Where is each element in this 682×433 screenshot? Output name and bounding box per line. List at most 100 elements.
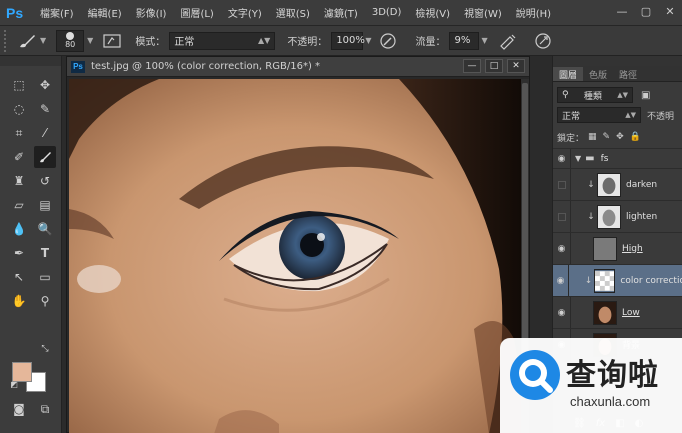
- tab-paths[interactable]: 路徑: [613, 67, 643, 81]
- eye-icon[interactable]: ◉: [553, 296, 571, 329]
- options-bar: ▼ 80 ▼ 模式： 正常 ▲▼ 不透明： 100% ▼ 流量： 9% ▼: [0, 26, 682, 56]
- hand-tool-icon[interactable]: ✋: [8, 290, 30, 312]
- document-title-bar[interactable]: Ps test.jpg @ 100% (color correction, RG…: [67, 57, 529, 77]
- layer-row-color-correction[interactable]: ◉ ↓ color correction: [553, 264, 682, 297]
- layer-group-row[interactable]: ◉ ▼ ▬ fs: [553, 148, 682, 169]
- shape-tool-icon[interactable]: ▭: [34, 266, 56, 288]
- maximize-button[interactable]: ▢: [634, 0, 658, 22]
- menu-3d[interactable]: 3D(D): [372, 7, 402, 18]
- menu-filter[interactable]: 濾鏡(T): [324, 5, 358, 20]
- flow-caret-icon[interactable]: ▼: [481, 36, 487, 45]
- blend-mode-select[interactable]: 正常 ▲▼: [169, 31, 276, 50]
- menu-window[interactable]: 視窗(W): [464, 5, 502, 20]
- filter-image-icon[interactable]: ▣: [641, 90, 650, 101]
- menu-view[interactable]: 檢視(V): [415, 5, 450, 20]
- magnifier-logo-icon: [510, 350, 560, 400]
- close-button[interactable]: ✕: [658, 0, 682, 22]
- layer-thumbnail: [597, 172, 621, 197]
- site-watermark: 查询啦 chaxunla.com: [500, 338, 682, 433]
- layer-thumbnail: [593, 300, 617, 325]
- minimize-button[interactable]: —: [610, 0, 634, 22]
- quick-mask-icon[interactable]: ◙: [8, 398, 30, 420]
- path-select-tool-icon[interactable]: ↖: [8, 266, 30, 288]
- blur-tool-icon[interactable]: 💧: [8, 218, 30, 240]
- opacity-caret-icon[interactable]: ▼: [365, 36, 371, 45]
- layer-row-low[interactable]: ◉ Low: [553, 296, 682, 329]
- airbrush-icon[interactable]: [498, 32, 518, 50]
- brush-picker-caret-icon[interactable]: ▼: [87, 36, 93, 45]
- opacity-input[interactable]: 100%: [331, 31, 365, 50]
- quick-select-tool-icon[interactable]: ✎: [34, 98, 56, 120]
- flow-value: 9%: [454, 35, 471, 46]
- crop-tool-icon[interactable]: ⌗: [8, 122, 30, 144]
- move-tool-icon[interactable]: ✥: [34, 74, 56, 96]
- flow-label: 流量：: [415, 37, 446, 48]
- visibility-toggle[interactable]: [553, 168, 571, 201]
- lock-paint-icon[interactable]: ✎: [603, 132, 611, 142]
- document-title: test.jpg @ 100% (color correction, RGB/1…: [91, 61, 321, 72]
- lock-position-icon[interactable]: ✥: [616, 132, 624, 142]
- opacity-label: 不透明：: [287, 37, 328, 48]
- layer-blend-mode-value: 正常: [562, 111, 581, 122]
- doc-close-button[interactable]: ✕: [507, 59, 525, 73]
- tab-layers[interactable]: 圖層: [553, 67, 584, 81]
- gradient-tool-icon[interactable]: ▤: [34, 194, 56, 216]
- marquee-tool-icon[interactable]: ⬚: [8, 74, 30, 96]
- menu-image[interactable]: 影像(I): [136, 5, 167, 20]
- lock-transparency-icon[interactable]: ▦: [588, 132, 597, 142]
- flow-input[interactable]: 9%: [449, 31, 480, 50]
- panel-header[interactable]: [553, 56, 682, 66]
- screen-mode-icon[interactable]: ⧉: [34, 398, 56, 420]
- brush-panel-toggle-icon[interactable]: [103, 33, 121, 49]
- eyedropper-tool-icon[interactable]: ⁄: [34, 122, 56, 144]
- type-tool-icon[interactable]: T: [34, 242, 56, 264]
- brush-tool-icon[interactable]: [16, 32, 38, 50]
- window-controls: — ▢ ✕: [610, 0, 682, 22]
- doc-minimize-button[interactable]: —: [463, 59, 481, 73]
- lock-all-icon[interactable]: 🔒: [630, 132, 641, 142]
- brush-size-picker[interactable]: 80: [56, 29, 85, 52]
- doc-restore-button[interactable]: □: [485, 59, 503, 73]
- blend-mode-value: 正常: [174, 37, 195, 48]
- zoom-tool-icon[interactable]: ⚲: [34, 290, 56, 312]
- pressure-opacity-icon[interactable]: [379, 32, 397, 50]
- opacity-value: 100%: [336, 35, 365, 46]
- layer-row-high[interactable]: ◉ High: [553, 232, 682, 265]
- eraser-tool-icon[interactable]: ▱: [8, 194, 30, 216]
- pressure-size-icon[interactable]: [534, 32, 552, 50]
- clone-stamp-tool-icon[interactable]: ♜: [8, 170, 30, 192]
- visibility-toggle[interactable]: [553, 200, 571, 233]
- menu-select[interactable]: 選取(S): [276, 5, 310, 20]
- toolbox-header[interactable]: [0, 56, 61, 66]
- layer-blend-mode-select[interactable]: 正常 ▲▼: [557, 107, 641, 123]
- folder-icon: ▬: [585, 153, 595, 164]
- tool-preset-caret-icon[interactable]: ▼: [40, 36, 46, 45]
- menu-type[interactable]: 文字(Y): [228, 5, 262, 20]
- eye-icon[interactable]: ◉: [553, 264, 570, 297]
- group-expand-icon[interactable]: ▼: [575, 154, 581, 163]
- options-grip[interactable]: [4, 29, 10, 52]
- pen-tool-icon[interactable]: ✒: [8, 242, 30, 264]
- menu-bar: Ps 檔案(F) 編輯(E) 影像(I) 圖層(L) 文字(Y) 選取(S) 濾…: [0, 0, 682, 26]
- layer-row-darken[interactable]: ↓ darken: [553, 168, 682, 201]
- menu-help[interactable]: 說明(H): [516, 5, 551, 20]
- swap-colors-icon[interactable]: ⤡: [38, 342, 52, 356]
- default-colors-icon[interactable]: ◩: [8, 378, 20, 390]
- layer-name: Low: [622, 307, 640, 318]
- menu-file[interactable]: 檔案(F): [40, 5, 74, 20]
- history-brush-tool-icon[interactable]: ↺: [34, 170, 56, 192]
- healing-brush-tool-icon[interactable]: ✐: [8, 146, 30, 168]
- dodge-tool-icon[interactable]: 🔍: [34, 218, 56, 240]
- image-canvas[interactable]: [69, 79, 521, 433]
- menu-layer[interactable]: 圖層(L): [180, 5, 213, 20]
- menu-edit[interactable]: 編輯(E): [88, 5, 122, 20]
- eye-icon[interactable]: ◉: [553, 148, 571, 169]
- mode-label: 模式：: [135, 37, 166, 48]
- eye-icon[interactable]: ◉: [553, 232, 571, 265]
- tab-channels[interactable]: 色版: [583, 67, 613, 81]
- layer-filter-select[interactable]: ⚲ 種類 ▲▼: [557, 87, 633, 103]
- brush-tool-active-icon[interactable]: [34, 146, 56, 168]
- layer-name: color correction: [620, 275, 682, 286]
- lasso-tool-icon[interactable]: ◌: [8, 98, 30, 120]
- layer-row-lighten[interactable]: ↓ lighten: [553, 200, 682, 233]
